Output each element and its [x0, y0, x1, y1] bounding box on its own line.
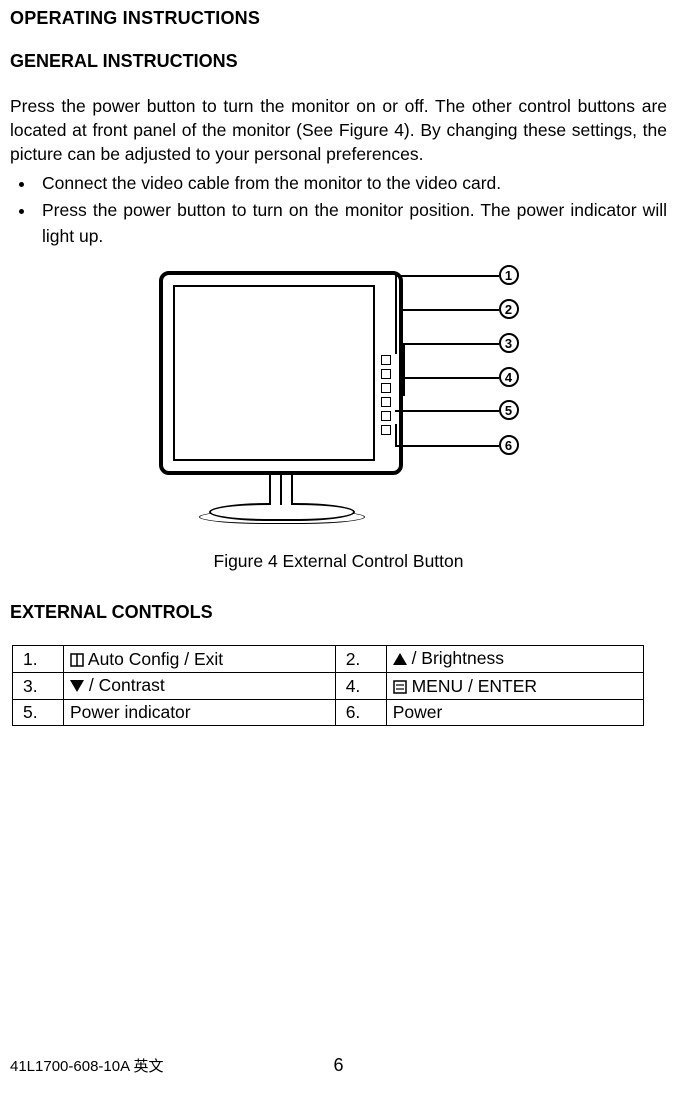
cell-value: Auto Config / Exit: [64, 646, 336, 673]
intro-paragraph: Press the power button to turn the monit…: [10, 94, 667, 166]
cell-value: Power: [386, 700, 643, 726]
table-row: 3. / Contrast 4. MENU / ENTER: [13, 673, 644, 700]
cell-num: 5.: [13, 700, 64, 726]
cell-value: / Contrast: [64, 673, 336, 700]
callout-badge-3: 3: [499, 333, 519, 353]
cell-value: / Brightness: [386, 646, 643, 673]
footer-page-number: 6: [333, 1055, 343, 1076]
table-row: 5. Power indicator 6. Power: [13, 700, 644, 726]
cell-value: Power indicator: [64, 700, 336, 726]
title-operating-instructions: OPERATING INSTRUCTIONS: [10, 8, 667, 29]
footer-model: 41L1700-608-10A 英文: [10, 1055, 163, 1076]
title-general-instructions: GENERAL INSTRUCTIONS: [10, 51, 667, 72]
title-external-controls: EXTERNAL CONTROLS: [10, 602, 667, 623]
cell-text: Auto Config / Exit: [88, 649, 223, 669]
callout-badge-4: 4: [499, 367, 519, 387]
cell-num: 6.: [335, 700, 386, 726]
figure-caption: Figure 4 External Control Button: [10, 551, 667, 572]
callout-badge-6: 6: [499, 435, 519, 455]
auto-adjust-icon: [70, 651, 84, 665]
cell-text: MENU / ENTER: [412, 676, 537, 696]
cell-num: 1.: [13, 646, 64, 673]
triangle-down-icon: [70, 676, 84, 697]
external-controls-table: 1. Auto Config / Exit 2. / Brightness 3.: [12, 645, 644, 726]
figure-monitor-diagram: 1 2 3 4 5 6: [139, 267, 539, 537]
table-row: 1. Auto Config / Exit 2. / Brightness: [13, 646, 644, 673]
cell-text: / Contrast: [89, 675, 165, 695]
bullet-list: Connect the video cable from the monitor…: [10, 170, 667, 249]
callout-badge-1: 1: [499, 265, 519, 285]
triangle-up-icon: [393, 649, 407, 670]
callout-badge-5: 5: [499, 400, 519, 420]
callout-badge-2: 2: [499, 299, 519, 319]
cell-num: 4.: [335, 673, 386, 700]
cell-text: / Brightness: [412, 648, 504, 668]
list-item: Connect the video cable from the monitor…: [36, 170, 667, 196]
menu-icon: [393, 678, 407, 692]
cell-value: MENU / ENTER: [386, 673, 643, 700]
cell-num: 2.: [335, 646, 386, 673]
list-item: Press the power button to turn on the mo…: [36, 197, 667, 250]
cell-num: 3.: [13, 673, 64, 700]
